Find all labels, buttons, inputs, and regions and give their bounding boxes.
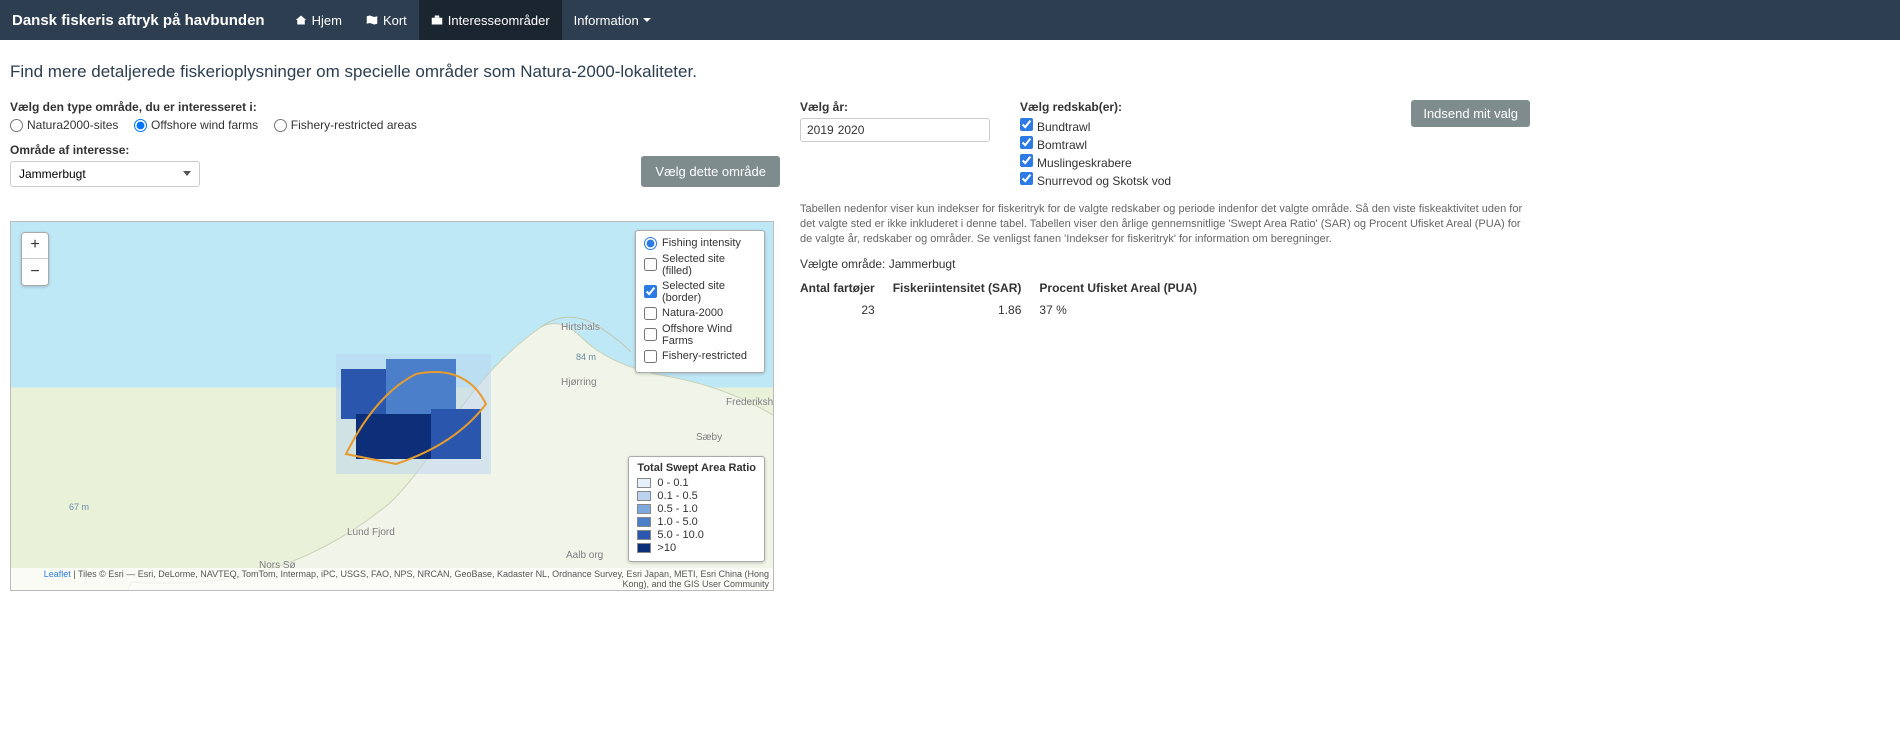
nav-label: Information [574,13,639,28]
depth-84: 84 m [576,352,596,362]
nav-label: Interesseområder [448,13,550,28]
gear-label: Vælg redskab(er): [1020,100,1171,114]
year-value: 2020 [838,123,865,137]
chevron-down-icon [183,171,191,176]
area-select-value: Jammerbugt [19,167,86,181]
year-value: 2019 [807,123,834,137]
legend-swatch [637,543,651,553]
place-saeby: Sæby [696,432,722,443]
chevron-down-icon [643,18,651,22]
radio-natura2000[interactable]: Natura2000-sites [10,118,118,132]
area-type-label: Vælg den type område, du er interesseret… [10,100,780,114]
place-limfjord: Lund Fjord [347,527,395,538]
gear-bomtrawl[interactable]: Bomtrawl [1020,136,1171,152]
place-hjorring: Hjørring [561,377,597,388]
choose-area-button[interactable]: Vælg dette område [641,156,780,187]
submit-button[interactable]: Indsend mit valg [1411,100,1530,127]
area-of-interest-label: Område af interesse: [10,143,200,157]
map-legend: Total Swept Area Ratio 0 - 0.1 0.1 - 0.5… [628,456,765,562]
gear-snurrevod[interactable]: Snurrevod og Skotsk vod [1020,172,1171,188]
legend-swatch [637,491,651,501]
depth-67: 67 m [69,502,89,512]
nav-home[interactable]: Hjem [283,0,354,40]
legend-title: Total Swept Area Ratio [637,462,756,474]
nav-map[interactable]: Kort [354,0,419,40]
leaflet-link[interactable]: Leaflet [44,569,71,579]
page-intro: Find mere detaljerede fiskerioplysninger… [10,62,1530,82]
layer-offshore-wind[interactable] [644,328,657,341]
th-pua: Procent Ufisket Areal (PUA) [1039,277,1215,299]
th-sar: Fiskeriintensitet (SAR) [893,277,1040,299]
place-frederikshavn: Frederikshavn [726,397,774,408]
fishing-intensity-overlay [336,354,491,474]
gear-muslingeskrabere[interactable]: Muslingeskrabere [1020,154,1171,170]
table-row: 23 1.86 37 % [800,299,1215,321]
home-icon [295,14,307,26]
results-table: Antal fartøjer Fiskeriintensitet (SAR) P… [800,277,1215,321]
layer-selected-site-border[interactable] [644,285,657,298]
zoom-out-button[interactable]: − [22,259,48,285]
nav-label: Hjem [312,13,342,28]
zoom-in-button[interactable]: + [22,233,48,259]
cell-vessels: 23 [800,299,893,321]
layer-selected-site-filled[interactable] [644,258,657,271]
zoom-control: + − [21,232,49,286]
map[interactable]: Hirtshals Hjørring Frederikshavn Sæby Aa… [10,221,774,591]
area-select[interactable]: Jammerbugt [10,161,200,187]
th-vessels: Antal fartøjer [800,277,893,299]
map-attribution: Leaflet | Tiles © Esri — Esri, DeLorme, … [11,568,773,590]
navbar: Dansk fiskeris aftryk på havbunden Hjem … [0,0,1900,40]
layer-fishing-intensity[interactable] [644,237,657,250]
nav-interest-areas[interactable]: Interesseområder [419,0,562,40]
legend-swatch [637,478,651,488]
layer-fishery-restricted[interactable] [644,350,657,363]
place-aalborg: Aalb org [566,550,603,561]
place-hirtshals: Hirtshals [561,322,600,333]
selected-area-line: Vælgte område: Jammerbugt [800,257,1530,271]
radio-offshore-wind[interactable]: Offshore wind farms [134,118,258,132]
layer-panel: Fishing intensity Selected site (filled)… [635,230,765,373]
legend-swatch [637,530,651,540]
area-type-radios: Natura2000-sites Offshore wind farms Fis… [10,118,780,135]
legend-swatch [637,517,651,527]
layer-natura-2000[interactable] [644,307,657,320]
brand-title: Dansk fiskeris aftryk på havbunden [12,12,265,29]
gear-bundtrawl[interactable]: Bundtrawl [1020,118,1171,134]
year-label: Vælg år: [800,100,990,114]
year-select[interactable]: 2019 2020 [800,118,990,142]
map-icon [366,14,378,26]
nav-label: Kort [383,13,407,28]
cell-sar: 1.86 [893,299,1040,321]
nav-information[interactable]: Information [562,0,663,40]
table-note: Tabellen nedenfor viser kun indekser for… [800,202,1530,247]
briefcase-icon [431,14,443,26]
cell-pua: 37 % [1039,299,1215,321]
legend-swatch [637,504,651,514]
radio-fishery-restricted[interactable]: Fishery-restricted areas [274,118,417,132]
